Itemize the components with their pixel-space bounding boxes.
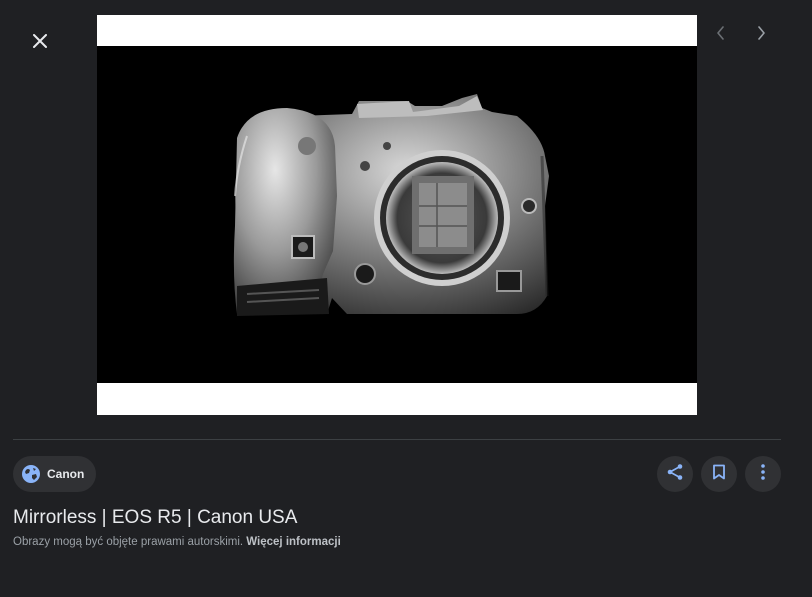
result-title[interactable]: Mirrorless | EOS R5 | Canon USA xyxy=(13,507,297,529)
more-info-link[interactable]: Więcej informacji xyxy=(246,536,340,548)
source-label: Canon xyxy=(47,467,85,481)
share-icon xyxy=(666,463,684,486)
more-vert-icon xyxy=(761,463,765,485)
chevron-left-icon xyxy=(716,25,726,45)
close-button[interactable] xyxy=(24,27,56,59)
image-viewer-panel: Canon Mirrorless | EOS R5 | Canon USA Ob… xyxy=(0,0,812,597)
save-button[interactable] xyxy=(701,456,737,492)
source-chip[interactable]: Canon xyxy=(13,456,97,492)
close-icon xyxy=(33,33,47,53)
image-preview[interactable] xyxy=(97,15,697,415)
copyright-text: Obrazy mogą być objęte prawami autorskim… xyxy=(13,536,244,548)
divider xyxy=(13,439,781,440)
chevron-right-icon xyxy=(756,25,766,45)
image-preview-canvas xyxy=(97,46,697,383)
more-options-button[interactable] xyxy=(745,456,781,492)
globe-icon xyxy=(21,464,41,484)
share-button[interactable] xyxy=(657,456,693,492)
previous-image-button[interactable] xyxy=(708,22,734,48)
bookmark-icon xyxy=(712,464,726,485)
camera-body-illustration xyxy=(233,94,549,316)
copyright-notice: Obrazy mogą być objęte prawami autorskim… xyxy=(13,536,341,548)
next-image-button[interactable] xyxy=(748,22,774,48)
